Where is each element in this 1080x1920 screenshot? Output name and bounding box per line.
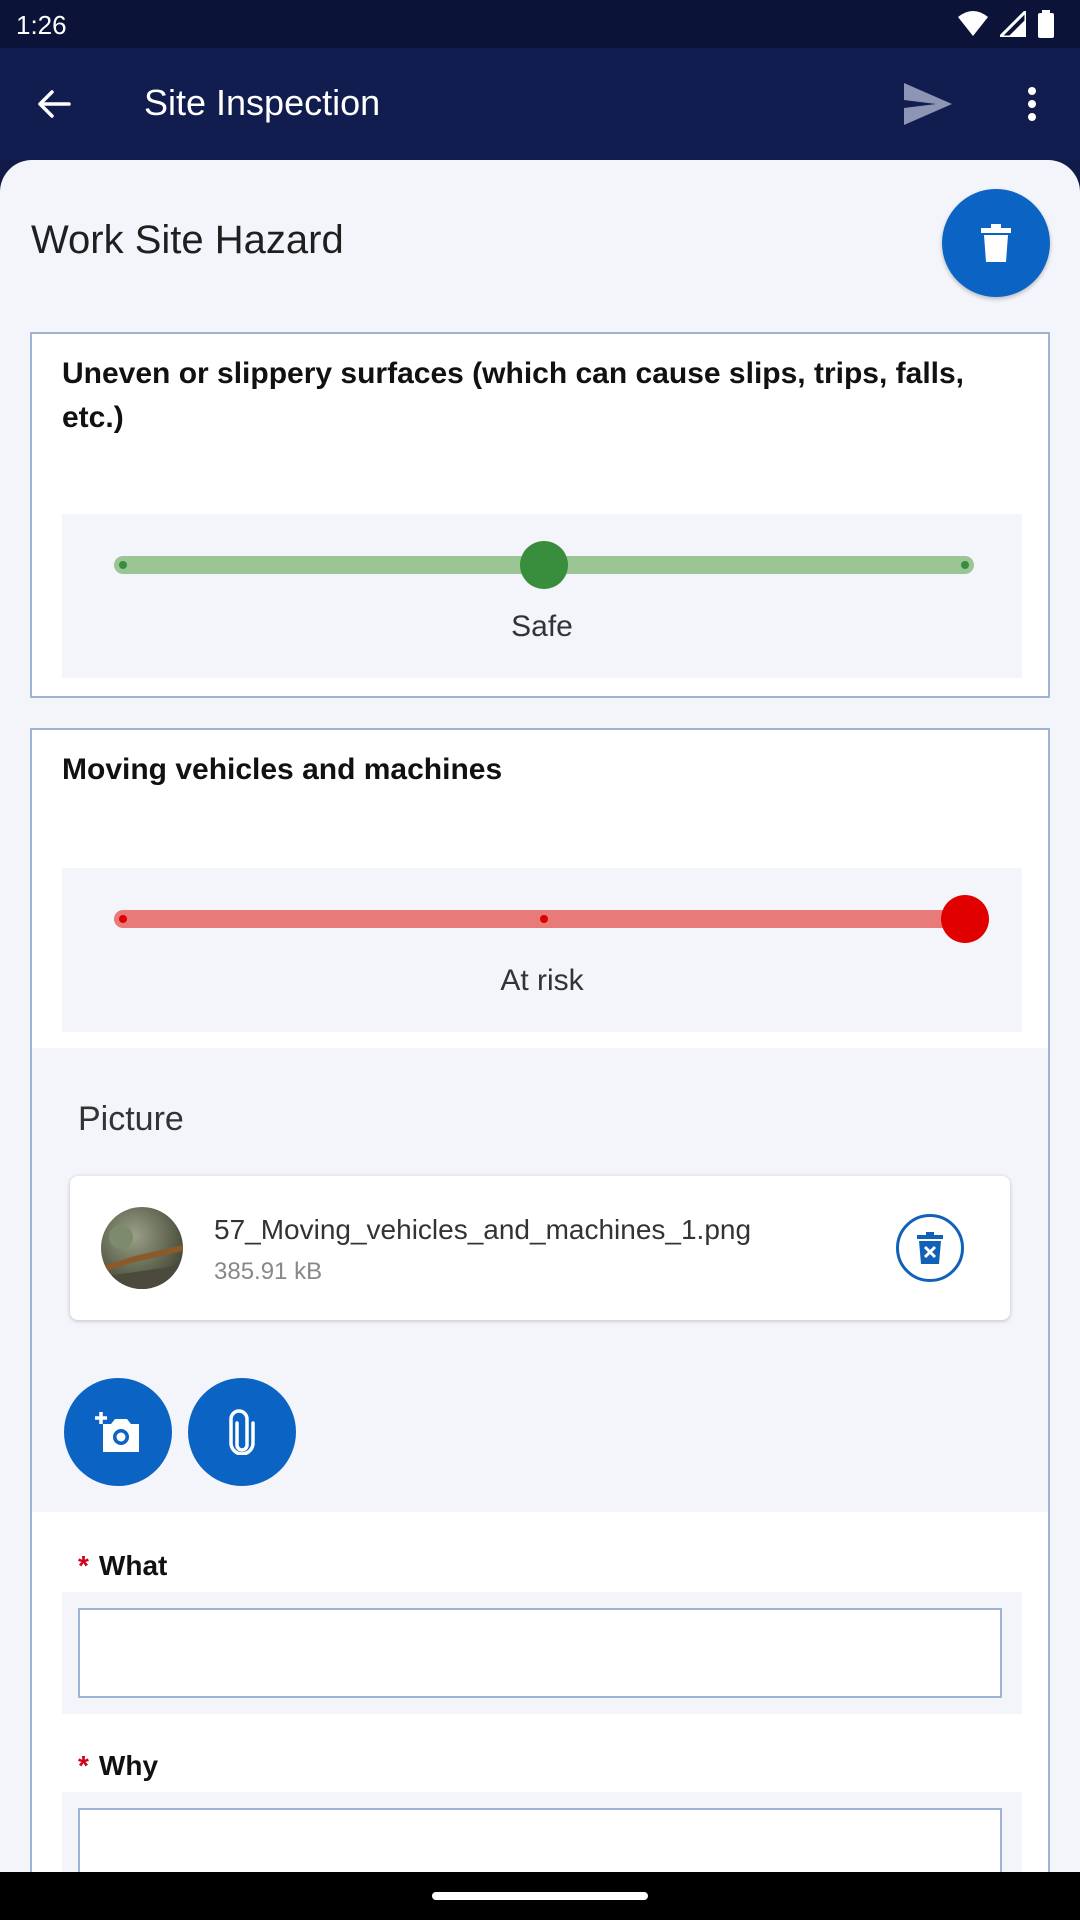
what-input[interactable] xyxy=(78,1608,1002,1698)
home-gesture-handle[interactable] xyxy=(432,1892,648,1900)
status-bar: 1:26 xyxy=(0,0,1080,48)
back-arrow-icon xyxy=(38,90,71,118)
why-input[interactable] xyxy=(78,1808,1002,1872)
why-field-panel xyxy=(62,1792,1022,1872)
status-time: 1:26 xyxy=(16,10,67,40)
slider-thumb[interactable] xyxy=(941,895,989,943)
picture-label: Picture xyxy=(78,1100,184,1138)
app-title: Site Inspection xyxy=(144,82,381,123)
rating-slider-panel: Safe xyxy=(62,514,1022,678)
remove-attachment-button[interactable] xyxy=(896,1214,964,1282)
send-button[interactable] xyxy=(900,78,956,130)
send-icon xyxy=(904,83,952,125)
slider-tick xyxy=(119,915,127,923)
navigation-bar xyxy=(0,1872,1080,1920)
attachment-file-size: 385.91 kB xyxy=(214,1258,323,1285)
required-marker: * xyxy=(78,1550,89,1581)
wifi-icon xyxy=(958,11,988,36)
question-text: Moving vehicles and machines xyxy=(62,753,503,786)
attachment-thumbnail xyxy=(101,1207,183,1289)
trash-x-icon xyxy=(917,1232,943,1264)
attach-icon xyxy=(229,1409,255,1455)
add-photo-icon xyxy=(95,1412,139,1452)
question-text: Uneven or slippery surfaces (which can c… xyxy=(62,357,965,434)
status-icons xyxy=(958,10,1054,38)
section-title: Work Site Hazard xyxy=(31,218,344,262)
rating-slider-track[interactable] xyxy=(114,895,989,943)
rating-slider-track[interactable] xyxy=(114,541,974,589)
question-card-surfaces: Uneven or slippery surfaces (which can c… xyxy=(30,332,1050,698)
take-photo-button[interactable] xyxy=(64,1378,172,1486)
slider-tick xyxy=(540,915,548,923)
slider-tick xyxy=(119,561,127,569)
trash-icon xyxy=(981,224,1011,262)
rating-slider-panel: At risk xyxy=(62,868,1022,1032)
why-field-label: * Why xyxy=(78,1750,158,1782)
question-card-vehicles: Moving vehicles and machines At risk Pic… xyxy=(30,728,1050,1872)
attachment-card[interactable]: 57_Moving_vehicles_and_machines_1.png 38… xyxy=(70,1176,1010,1320)
battery-icon xyxy=(1038,10,1054,38)
slider-thumb[interactable] xyxy=(520,541,568,589)
what-field-label: * What xyxy=(78,1550,167,1582)
cell-signal-icon xyxy=(1000,11,1026,37)
rating-label: Safe xyxy=(511,610,573,643)
delete-section-button[interactable] xyxy=(942,189,1050,297)
content-area: Work Site Hazard Uneven or slippery surf… xyxy=(0,160,1080,1872)
why-label-text: Why xyxy=(98,1750,159,1781)
slider-tick xyxy=(961,561,969,569)
rating-label: At risk xyxy=(500,964,584,997)
more-options-button[interactable] xyxy=(1010,78,1054,130)
what-label-text: What xyxy=(98,1550,168,1581)
attachment-file-name: 57_Moving_vehicles_and_machines_1.png xyxy=(214,1214,752,1245)
back-button[interactable] xyxy=(30,80,78,128)
app-bar: Site Inspection xyxy=(0,48,1080,160)
attach-file-button[interactable] xyxy=(188,1378,296,1486)
required-marker: * xyxy=(78,1750,89,1781)
what-field-panel xyxy=(62,1592,1022,1714)
picture-section: Picture 57_Moving_vehicles_and_machines_… xyxy=(32,1048,1048,1512)
more-vert-icon xyxy=(1028,87,1036,121)
